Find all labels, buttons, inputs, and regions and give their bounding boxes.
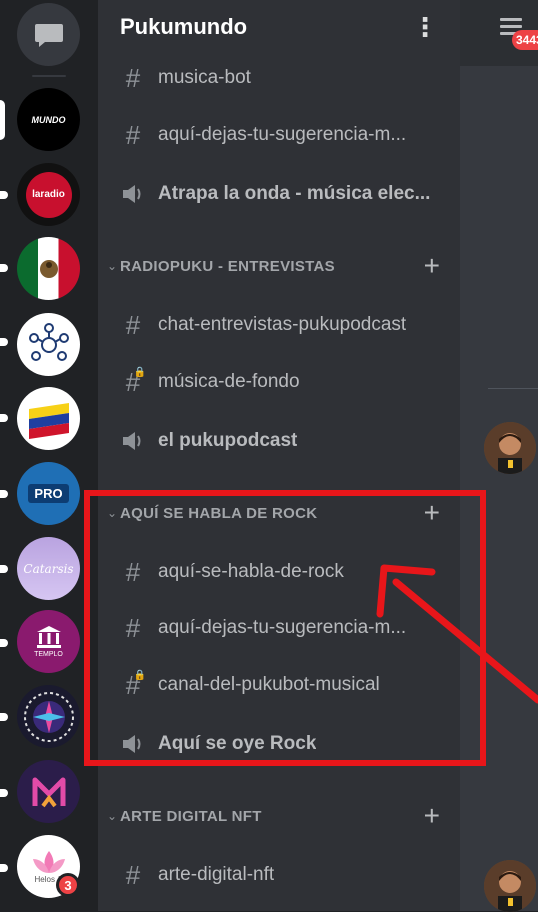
chat-bubble-icon: [34, 23, 63, 47]
channel-item[interactable]: # aquí-dejas-tu-sugerencia-m...: [118, 112, 448, 158]
user-avatar-icon: [484, 422, 536, 474]
channel-label: música-de-fondo: [158, 371, 300, 392]
server-logo-text: TEMPLO: [34, 651, 63, 658]
category-header[interactable]: ⌄ RADIOPUKU - ENTREVISTAS +: [104, 251, 454, 281]
hashtag-icon: #: [125, 62, 141, 93]
unread-indicator: [0, 864, 8, 872]
server-icon-mexico[interactable]: [17, 237, 80, 300]
unread-indicator: [0, 338, 8, 346]
server-icon-m[interactable]: [17, 760, 80, 823]
guild-header[interactable]: Pukumundo ⋮: [98, 0, 460, 54]
server-logo-text: MUNDO: [31, 114, 66, 125]
avatar[interactable]: [484, 422, 536, 474]
hashtag-icon: #: [125, 119, 141, 150]
channel-label: el pukupodcast: [158, 430, 298, 451]
eagle-emblem-icon: [39, 259, 58, 278]
unread-indicator: [0, 264, 8, 272]
network-nodes-icon: [28, 322, 69, 361]
channel-label: chat-entrevistas-pukupodcast: [158, 314, 407, 335]
server-logo-text: laradio: [32, 189, 65, 200]
rail-separator: [32, 75, 66, 77]
unread-indicator: [0, 565, 8, 573]
unread-count-badge: 3443: [512, 30, 538, 50]
hashtag-icon: #: [125, 859, 141, 890]
main-header: 3443: [460, 0, 538, 66]
channel-panel: Pukumundo ⋮ # musica-bot # aquí-dejas-tu…: [98, 0, 460, 911]
add-channel-icon[interactable]: +: [424, 802, 440, 830]
channel-label: arte-digital-nft: [158, 864, 275, 885]
channel-item[interactable]: # musica-bot: [118, 55, 448, 101]
annotation-highlight-box: [84, 490, 486, 766]
server-logo-text: Catarsis: [23, 561, 74, 576]
server-logo-text: PRO: [28, 484, 69, 503]
channel-label: aquí-dejas-tu-sugerencia-m...: [158, 124, 407, 145]
category-header[interactable]: ⌄ ARTE DIGITAL NFT +: [104, 801, 454, 831]
server-icon-network[interactable]: [17, 313, 80, 376]
server-icon-wheel[interactable]: [17, 685, 80, 748]
kebab-menu-icon[interactable]: ⋮: [412, 14, 438, 40]
channel-label: musica-bot: [158, 67, 251, 88]
locked-hashtag-icon: # 🔒: [125, 366, 146, 397]
unread-indicator: [0, 490, 8, 498]
server-icon-catarsis[interactable]: Catarsis: [17, 537, 80, 600]
channel-item[interactable]: # arte-digital-nft: [118, 852, 448, 898]
temple-columns-icon: [36, 626, 61, 648]
unread-indicator: [0, 789, 8, 797]
unread-indicator: [0, 713, 8, 721]
server-icon-venezuela[interactable]: [17, 387, 80, 450]
guild-name: Pukumundo: [120, 14, 248, 39]
avatar[interactable]: [484, 860, 536, 912]
active-server-indicator: [0, 100, 5, 140]
lotus-flower-icon: [32, 851, 65, 873]
voice-channel-item[interactable]: Atrapa la onda - música elec...: [118, 171, 448, 217]
color-wheel-icon: [23, 691, 74, 742]
channel-label: Atrapa la onda - música elec...: [158, 183, 431, 204]
user-avatar-icon: [484, 860, 536, 912]
voice-channel-item[interactable]: el pukupodcast: [118, 418, 448, 464]
speaker-icon: [118, 179, 148, 209]
server-icon-templo[interactable]: TEMPLO: [17, 610, 80, 673]
category-label: ARTE DIGITAL NFT: [120, 807, 262, 825]
chevron-down-icon: ⌄: [106, 809, 118, 823]
unread-indicator: [0, 639, 8, 647]
channel-item[interactable]: # chat-entrevistas-pukupodcast: [118, 302, 448, 348]
server-icon-pro[interactable]: PRO: [17, 462, 80, 525]
mention-badge: 3: [56, 873, 80, 897]
main-content-peek: 3443: [460, 0, 538, 912]
unread-indicator: [0, 191, 8, 199]
locked-channel-item[interactable]: # 🔒 música-de-fondo: [118, 359, 448, 405]
direct-messages-button[interactable]: [17, 3, 80, 66]
venezuela-flag-icon: [28, 402, 69, 439]
add-channel-icon[interactable]: +: [424, 252, 440, 280]
m-logo-icon: [32, 777, 65, 807]
unread-indicator: [0, 414, 8, 422]
server-icon-laradio[interactable]: laradio: [17, 163, 80, 226]
hashtag-icon: #: [125, 309, 141, 340]
category-label: RADIOPUKU - ENTREVISTAS: [120, 257, 335, 275]
server-icon-pukumundo[interactable]: MUNDO: [17, 88, 80, 151]
server-rail: MUNDO laradio PRO Catarsis TEMPLO Helos …: [0, 0, 98, 911]
speaker-icon: [118, 426, 148, 456]
message-divider: [488, 388, 538, 389]
chevron-down-icon: ⌄: [106, 259, 118, 273]
